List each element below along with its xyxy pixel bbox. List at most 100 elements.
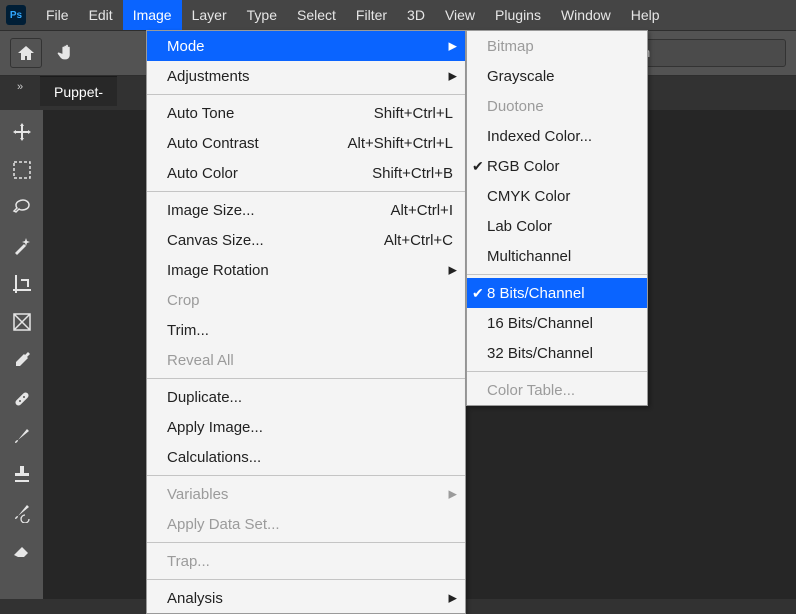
tool-eraser[interactable]: [5, 534, 39, 566]
menu-separator: [147, 579, 465, 580]
home-button[interactable]: [10, 38, 42, 68]
lasso-icon: [11, 197, 33, 219]
menuitem-lab-color[interactable]: Lab Color: [467, 211, 647, 241]
tool-stamp[interactable]: [5, 458, 39, 490]
hand-icon: [56, 42, 78, 64]
app-logo[interactable]: Ps: [6, 5, 26, 25]
menuitem-indexed-color[interactable]: Indexed Color...: [467, 121, 647, 151]
menuitem-label: Analysis: [167, 590, 453, 607]
menuitem-bitmap: Bitmap: [467, 31, 647, 61]
menuitem-shortcut: Alt+Ctrl+C: [384, 232, 453, 249]
menuitem-auto-contrast[interactable]: Auto ContrastAlt+Shift+Ctrl+L: [147, 128, 465, 158]
menu-layer[interactable]: Layer: [182, 0, 237, 30]
panel-expand-icon[interactable]: »: [0, 76, 40, 93]
stamp-icon: [11, 463, 33, 485]
menuitem-label: 32 Bits/Channel: [487, 345, 635, 362]
menuitem-label: Indexed Color...: [487, 128, 635, 145]
hand-tool-indicator[interactable]: [56, 42, 78, 64]
menu-window[interactable]: Window: [551, 0, 621, 30]
tool-frame[interactable]: [5, 306, 39, 338]
tool-eyedropper[interactable]: [5, 344, 39, 376]
menuitem-label: Adjustments: [167, 68, 453, 85]
menuitem-label: Apply Data Set...: [167, 516, 453, 533]
menuitem-label: 8 Bits/Channel: [487, 285, 635, 302]
menuitem-crop: Crop: [147, 285, 465, 315]
submenu-arrow-icon: ▶: [449, 592, 457, 605]
menuitem-label: Auto Color: [167, 165, 372, 182]
wand-icon: [11, 235, 33, 257]
menu-plugins[interactable]: Plugins: [485, 0, 551, 30]
crop-icon: [11, 273, 33, 295]
menuitem-label: Mode: [167, 38, 453, 55]
menuitem-trim[interactable]: Trim...: [147, 315, 465, 345]
menuitem-auto-tone[interactable]: Auto ToneShift+Ctrl+L: [147, 98, 465, 128]
menuitem-32bits[interactable]: 32 Bits/Channel: [467, 338, 647, 368]
menu-view[interactable]: View: [435, 0, 485, 30]
menu-file[interactable]: File: [36, 0, 79, 30]
menuitem-shortcut: Alt+Ctrl+I: [390, 202, 453, 219]
menu-image[interactable]: Image: [123, 0, 182, 30]
menu-type[interactable]: Type: [237, 0, 287, 30]
tool-healing[interactable]: [5, 382, 39, 414]
submenu-arrow-icon: ▶: [449, 40, 457, 53]
menuitem-cmyk-color[interactable]: CMYK Color: [467, 181, 647, 211]
menuitem-label: Multichannel: [487, 248, 635, 265]
menuitem-label: Auto Tone: [167, 105, 374, 122]
menuitem-grayscale[interactable]: Grayscale: [467, 61, 647, 91]
menuitem-apply-image[interactable]: Apply Image...: [147, 412, 465, 442]
menuitem-multichannel[interactable]: Multichannel: [467, 241, 647, 271]
tool-lasso[interactable]: [5, 192, 39, 224]
eraser-icon: [11, 539, 33, 561]
menuitem-16bits[interactable]: 16 Bits/Channel: [467, 308, 647, 338]
healing-icon: [11, 387, 33, 409]
menuitem-label: Crop: [167, 292, 453, 309]
tool-move[interactable]: [5, 116, 39, 148]
menuitem-duplicate[interactable]: Duplicate...: [147, 382, 465, 412]
eyedropper-icon: [11, 349, 33, 371]
menuitem-analysis[interactable]: Analysis▶: [147, 583, 465, 613]
menu-separator: [147, 191, 465, 192]
menuitem-label: Color Table...: [487, 382, 635, 399]
menuitem-mode[interactable]: Mode▶: [147, 31, 465, 61]
menuitem-label: Calculations...: [167, 449, 453, 466]
menuitem-image-rotation[interactable]: Image Rotation▶: [147, 255, 465, 285]
menuitem-shortcut: Alt+Shift+Ctrl+L: [348, 135, 453, 152]
menuitem-image-size[interactable]: Image Size...Alt+Ctrl+I: [147, 195, 465, 225]
menuitem-trap: Trap...: [147, 546, 465, 576]
menuitem-label: Duotone: [487, 98, 635, 115]
frame-icon: [11, 311, 33, 333]
tool-history-brush[interactable]: [5, 496, 39, 528]
tool-marquee[interactable]: [5, 154, 39, 186]
menu-help[interactable]: Help: [621, 0, 670, 30]
options-field[interactable]: n: [636, 39, 786, 67]
menuitem-label: RGB Color: [487, 158, 635, 175]
menuitem-calculations[interactable]: Calculations...: [147, 442, 465, 472]
menuitem-rgb-color[interactable]: ✔RGB Color: [467, 151, 647, 181]
menubar: Ps File Edit Image Layer Type Select Fil…: [0, 0, 796, 30]
toolbox: [0, 110, 44, 599]
menuitem-label: Lab Color: [487, 218, 635, 235]
menuitem-label: Grayscale: [487, 68, 635, 85]
mode-submenu: Bitmap Grayscale Duotone Indexed Color..…: [466, 30, 648, 406]
menuitem-label: Apply Image...: [167, 419, 453, 436]
menuitem-apply-data-set: Apply Data Set...: [147, 509, 465, 539]
menuitem-label: Variables: [167, 486, 453, 503]
menuitem-color-table: Color Table...: [467, 375, 647, 405]
tool-crop[interactable]: [5, 268, 39, 300]
menu-separator: [147, 542, 465, 543]
document-tab[interactable]: Puppet-: [40, 76, 117, 106]
menu-edit[interactable]: Edit: [79, 0, 123, 30]
menu-filter[interactable]: Filter: [346, 0, 397, 30]
tool-brush[interactable]: [5, 420, 39, 452]
menuitem-shortcut: Shift+Ctrl+B: [372, 165, 453, 182]
submenu-arrow-icon: ▶: [449, 70, 457, 83]
menu-3d[interactable]: 3D: [397, 0, 435, 30]
tool-wand[interactable]: [5, 230, 39, 262]
menu-select[interactable]: Select: [287, 0, 346, 30]
menuitem-label: Auto Contrast: [167, 135, 348, 152]
menuitem-label: Image Size...: [167, 202, 390, 219]
menuitem-8bits[interactable]: ✔8 Bits/Channel: [467, 278, 647, 308]
menuitem-auto-color[interactable]: Auto ColorShift+Ctrl+B: [147, 158, 465, 188]
menuitem-canvas-size[interactable]: Canvas Size...Alt+Ctrl+C: [147, 225, 465, 255]
menuitem-adjustments[interactable]: Adjustments▶: [147, 61, 465, 91]
